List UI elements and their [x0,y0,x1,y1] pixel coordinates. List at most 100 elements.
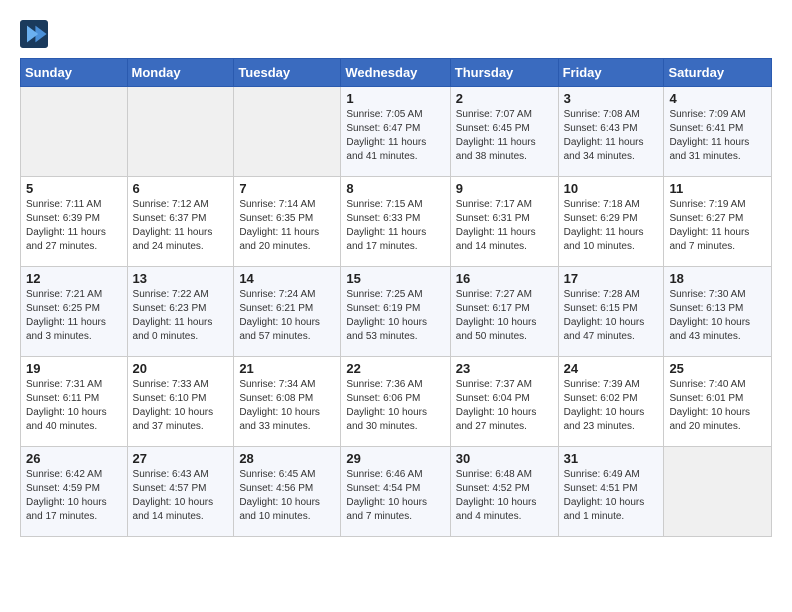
calendar-cell [21,87,128,177]
day-number: 9 [456,181,553,196]
calendar-week-row: 5 Sunrise: 7:11 AM Sunset: 6:39 PM Daylig… [21,177,772,267]
calendar-cell: 9 Sunrise: 7:17 AM Sunset: 6:31 PM Daylig… [450,177,558,267]
day-number: 25 [669,361,766,376]
day-number: 31 [564,451,659,466]
calendar-cell: 3 Sunrise: 7:08 AM Sunset: 6:43 PM Daylig… [558,87,664,177]
calendar-cell: 5 Sunrise: 7:11 AM Sunset: 6:39 PM Daylig… [21,177,128,267]
day-number: 20 [133,361,229,376]
day-info: Sunrise: 7:08 AM Sunset: 6:43 PM Dayligh… [564,108,659,164]
logo-area [20,16,52,48]
day-info: Sunrise: 7:25 AM Sunset: 6:19 PM Dayligh… [346,288,444,344]
calendar-table: SundayMondayTuesdayWednesdayThursdayFrid… [20,58,772,537]
calendar-cell: 19Sunrise: 7:31 AM Sunset: 6:11 PM Dayli… [21,357,128,447]
day-number: 2 [456,91,553,106]
day-number: 8 [346,181,444,196]
calendar-cell: 1 Sunrise: 7:05 AM Sunset: 6:47 PM Daylig… [341,87,450,177]
day-number: 29 [346,451,444,466]
day-number: 22 [346,361,444,376]
day-number: 3 [564,91,659,106]
calendar-cell: 29 Sunrise: 6:46 AM Sunset: 4:54 PM Dayli… [341,447,450,537]
day-info: Sunrise: 7:34 AM Sunset: 6:08 PM Dayligh… [239,378,335,434]
day-number: 13 [133,271,229,286]
header [20,16,772,48]
day-number: 15 [346,271,444,286]
day-info: Sunrise: 6:43 AM Sunset: 4:57 PM Dayligh… [133,468,229,524]
day-number: 17 [564,271,659,286]
calendar-cell: 6 Sunrise: 7:12 AM Sunset: 6:37 PM Daylig… [127,177,234,267]
day-number: 12 [26,271,122,286]
weekday-header-tuesday: Tuesday [234,59,341,87]
calendar-cell: 2 Sunrise: 7:07 AM Sunset: 6:45 PM Daylig… [450,87,558,177]
day-number: 30 [456,451,553,466]
day-number: 18 [669,271,766,286]
calendar-cell: 16 Sunrise: 7:27 AM Sunset: 6:17 PM Dayli… [450,267,558,357]
day-number: 28 [239,451,335,466]
day-info: Sunrise: 7:09 AM Sunset: 6:41 PM Dayligh… [669,108,766,164]
day-info: Sunrise: 7:07 AM Sunset: 6:45 PM Dayligh… [456,108,553,164]
day-info: Sunrise: 7:30 AM Sunset: 6:13 PM Dayligh… [669,288,766,344]
day-number: 11 [669,181,766,196]
day-info: Sunrise: 7:36 AM Sunset: 6:06 PM Dayligh… [346,378,444,434]
day-info: Sunrise: 7:12 AM Sunset: 6:37 PM Dayligh… [133,198,229,254]
calendar-week-row: 12 Sunrise: 7:21 AM Sunset: 6:25 PM Dayli… [21,267,772,357]
calendar-cell: 21 Sunrise: 7:34 AM Sunset: 6:08 PM Dayli… [234,357,341,447]
calendar-cell: 23 Sunrise: 7:37 AM Sunset: 6:04 PM Dayli… [450,357,558,447]
calendar-cell: 28Sunrise: 6:45 AM Sunset: 4:56 PM Dayli… [234,447,341,537]
calendar-cell: 10 Sunrise: 7:18 AM Sunset: 6:29 PM Dayli… [558,177,664,267]
calendar-cell: 27 Sunrise: 6:43 AM Sunset: 4:57 PM Dayli… [127,447,234,537]
day-number: 14 [239,271,335,286]
weekday-header-thursday: Thursday [450,59,558,87]
calendar-week-row: 1 Sunrise: 7:05 AM Sunset: 6:47 PM Daylig… [21,87,772,177]
day-info: Sunrise: 7:33 AM Sunset: 6:10 PM Dayligh… [133,378,229,434]
day-info: Sunrise: 6:46 AM Sunset: 4:54 PM Dayligh… [346,468,444,524]
weekday-header-friday: Friday [558,59,664,87]
day-info: Sunrise: 7:27 AM Sunset: 6:17 PM Dayligh… [456,288,553,344]
day-info: Sunrise: 7:40 AM Sunset: 6:01 PM Dayligh… [669,378,766,434]
calendar-cell: 24Sunrise: 7:39 AM Sunset: 6:02 PM Dayli… [558,357,664,447]
day-number: 23 [456,361,553,376]
day-number: 27 [133,451,229,466]
day-info: Sunrise: 7:22 AM Sunset: 6:23 PM Dayligh… [133,288,229,344]
day-number: 16 [456,271,553,286]
day-info: Sunrise: 7:21 AM Sunset: 6:25 PM Dayligh… [26,288,122,344]
calendar-cell: 31 Sunrise: 6:49 AM Sunset: 4:51 PM Dayli… [558,447,664,537]
day-number: 5 [26,181,122,196]
calendar-week-row: 19Sunrise: 7:31 AM Sunset: 6:11 PM Dayli… [21,357,772,447]
day-number: 26 [26,451,122,466]
day-info: Sunrise: 6:48 AM Sunset: 4:52 PM Dayligh… [456,468,553,524]
day-info: Sunrise: 6:49 AM Sunset: 4:51 PM Dayligh… [564,468,659,524]
calendar-cell: 30 Sunrise: 6:48 AM Sunset: 4:52 PM Dayli… [450,447,558,537]
day-number: 19 [26,361,122,376]
day-info: Sunrise: 7:15 AM Sunset: 6:33 PM Dayligh… [346,198,444,254]
calendar-cell: 4Sunrise: 7:09 AM Sunset: 6:41 PM Daylig… [664,87,772,177]
calendar-cell [127,87,234,177]
calendar-cell: 26 Sunrise: 6:42 AM Sunset: 4:59 PM Dayli… [21,447,128,537]
weekday-header-saturday: Saturday [664,59,772,87]
weekday-header-monday: Monday [127,59,234,87]
page: SundayMondayTuesdayWednesdayThursdayFrid… [0,0,792,553]
day-info: Sunrise: 7:14 AM Sunset: 6:35 PM Dayligh… [239,198,335,254]
day-info: Sunrise: 7:18 AM Sunset: 6:29 PM Dayligh… [564,198,659,254]
calendar-cell: 25 Sunrise: 7:40 AM Sunset: 6:01 PM Dayli… [664,357,772,447]
day-number: 10 [564,181,659,196]
calendar-cell: 18 Sunrise: 7:30 AM Sunset: 6:13 PM Dayli… [664,267,772,357]
calendar-cell: 13 Sunrise: 7:22 AM Sunset: 6:23 PM Dayli… [127,267,234,357]
day-number: 1 [346,91,444,106]
calendar-cell: 14 Sunrise: 7:24 AM Sunset: 6:21 PM Dayli… [234,267,341,357]
day-number: 21 [239,361,335,376]
weekday-header-sunday: Sunday [21,59,128,87]
day-number: 6 [133,181,229,196]
calendar-cell: 17Sunrise: 7:28 AM Sunset: 6:15 PM Dayli… [558,267,664,357]
day-info: Sunrise: 6:42 AM Sunset: 4:59 PM Dayligh… [26,468,122,524]
day-info: Sunrise: 7:11 AM Sunset: 6:39 PM Dayligh… [26,198,122,254]
day-number: 7 [239,181,335,196]
day-info: Sunrise: 7:24 AM Sunset: 6:21 PM Dayligh… [239,288,335,344]
calendar-cell [234,87,341,177]
calendar-week-row: 26 Sunrise: 6:42 AM Sunset: 4:59 PM Dayli… [21,447,772,537]
weekday-header-row: SundayMondayTuesdayWednesdayThursdayFrid… [21,59,772,87]
day-info: Sunrise: 7:05 AM Sunset: 6:47 PM Dayligh… [346,108,444,164]
day-info: Sunrise: 7:37 AM Sunset: 6:04 PM Dayligh… [456,378,553,434]
day-info: Sunrise: 7:17 AM Sunset: 6:31 PM Dayligh… [456,198,553,254]
calendar-cell: 22 Sunrise: 7:36 AM Sunset: 6:06 PM Dayli… [341,357,450,447]
calendar-cell: 15 Sunrise: 7:25 AM Sunset: 6:19 PM Dayli… [341,267,450,357]
